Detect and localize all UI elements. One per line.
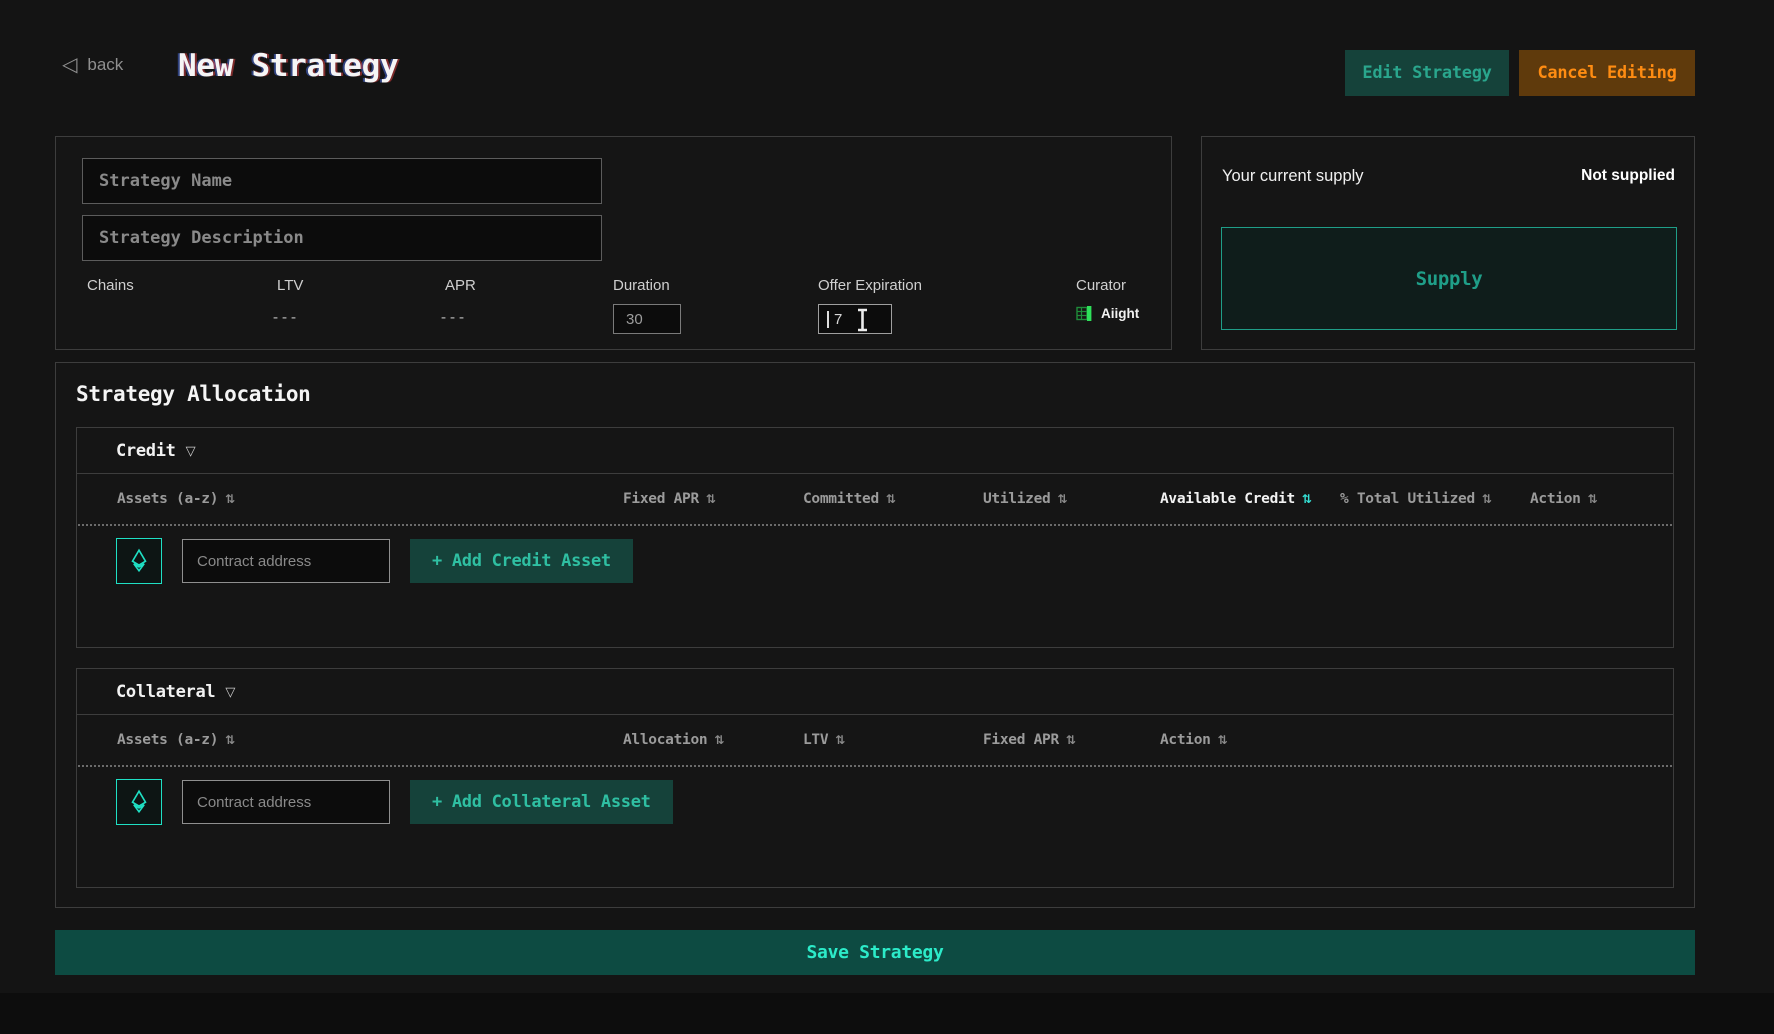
- bottom-strip: [0, 993, 1774, 1034]
- column-header-utilized[interactable]: Utilized⇅: [983, 491, 1160, 507]
- column-header-action[interactable]: Action⇅: [1160, 732, 1672, 748]
- apr-field: APR ---: [439, 277, 476, 326]
- chains-field: Chains: [87, 277, 134, 294]
- text-caret: [827, 311, 829, 328]
- collateral-section: Collateral ▽ Assets (a-z)⇅ Allocation⇅ L…: [76, 668, 1674, 888]
- strategy-description-input[interactable]: [82, 215, 602, 261]
- chains-label: Chains: [87, 277, 134, 294]
- supply-button[interactable]: Supply: [1221, 227, 1677, 330]
- sort-icon: ⇅: [706, 492, 716, 506]
- ethereum-icon: [126, 789, 152, 815]
- collateral-column-headers: Assets (a-z)⇅ Allocation⇅ LTV⇅ Fixed APR…: [78, 715, 1672, 767]
- duration-input[interactable]: [613, 304, 681, 334]
- duration-field: Duration: [613, 277, 681, 334]
- curator-field: Curator Aiight: [1076, 277, 1139, 322]
- column-header-assets[interactable]: Assets (a-z)⇅: [117, 491, 623, 507]
- strategy-name-input[interactable]: [82, 158, 602, 204]
- credit-section-header[interactable]: Credit ▽: [77, 428, 1673, 474]
- sort-icon: ⇅: [225, 733, 235, 747]
- column-header-total-utilized[interactable]: % Total Utilized⇅: [1340, 491, 1530, 507]
- ltv-field: LTV ---: [271, 277, 303, 326]
- apr-label: APR: [439, 277, 476, 294]
- collateral-add-asset-row: + Add Collateral Asset: [77, 767, 1673, 825]
- sort-icon: ⇅: [1482, 492, 1492, 506]
- edit-strategy-button[interactable]: Edit Strategy: [1345, 50, 1509, 96]
- cancel-editing-button[interactable]: Cancel Editing: [1519, 50, 1695, 96]
- add-collateral-asset-button[interactable]: + Add Collateral Asset: [410, 780, 673, 824]
- column-header-ltv[interactable]: LTV⇅: [803, 732, 983, 748]
- collapse-triangle-icon: ▽: [225, 684, 235, 700]
- collateral-contract-address-input[interactable]: [182, 780, 390, 824]
- curator-logo-icon: [1076, 305, 1093, 322]
- collapse-triangle-icon: ▽: [186, 443, 196, 459]
- back-button[interactable]: ◁ back: [62, 55, 123, 75]
- offer-expiration-field: Offer Expiration: [818, 277, 922, 334]
- column-header-allocation[interactable]: Allocation⇅: [623, 732, 803, 748]
- sort-icon: ⇅: [886, 492, 896, 506]
- column-header-fixed-apr[interactable]: Fixed APR⇅: [983, 732, 1160, 748]
- curator-name: Aiight: [1101, 306, 1139, 321]
- i-beam-cursor-icon: [854, 308, 871, 332]
- back-label: back: [87, 55, 123, 75]
- sort-icon: ⇅: [1066, 733, 1076, 747]
- sort-icon-active: ⇅: [1302, 492, 1312, 506]
- credit-add-asset-row: + Add Credit Asset: [77, 526, 1673, 584]
- column-header-action[interactable]: Action⇅: [1530, 491, 1672, 507]
- allocation-title: Strategy Allocation: [76, 382, 311, 406]
- add-credit-asset-button[interactable]: + Add Credit Asset: [410, 539, 633, 583]
- sort-icon: ⇅: [835, 733, 845, 747]
- collateral-section-header[interactable]: Collateral ▽: [77, 669, 1673, 715]
- column-header-assets[interactable]: Assets (a-z)⇅: [117, 732, 623, 748]
- duration-label: Duration: [613, 277, 681, 294]
- sort-icon: ⇅: [225, 492, 235, 506]
- new-strategy-page: ◁ back New Strategy Edit Strategy Cancel…: [0, 0, 1774, 1034]
- offer-expiration-label: Offer Expiration: [818, 277, 922, 294]
- save-strategy-button[interactable]: Save Strategy: [55, 930, 1695, 975]
- apr-value: ---: [439, 308, 476, 326]
- column-header-fixed-apr[interactable]: Fixed APR⇅: [623, 491, 803, 507]
- credit-section: Credit ▽ Assets (a-z)⇅ Fixed APR⇅ Commit…: [76, 427, 1674, 648]
- sort-icon: ⇅: [1057, 492, 1067, 506]
- back-arrow-icon: ◁: [62, 55, 77, 75]
- ltv-label: LTV: [271, 277, 303, 294]
- column-header-committed[interactable]: Committed⇅: [803, 491, 983, 507]
- ethereum-icon: [126, 548, 152, 574]
- sort-icon: ⇅: [714, 733, 724, 747]
- supply-panel-title: Your current supply: [1222, 167, 1364, 186]
- eth-token-selector[interactable]: [116, 538, 162, 584]
- sort-icon: ⇅: [1588, 492, 1598, 506]
- column-header-available-credit[interactable]: Available Credit⇅: [1160, 491, 1340, 507]
- sort-icon: ⇅: [1218, 733, 1228, 747]
- strategy-allocation-panel: Strategy Allocation Credit ▽ Assets (a-z…: [55, 362, 1695, 908]
- strategy-form-panel: Chains LTV --- APR --- Duration Offer Ex…: [55, 136, 1172, 350]
- page-title: New Strategy: [178, 48, 398, 84]
- current-supply-panel: Your current supply Not supplied Supply: [1201, 136, 1695, 350]
- collateral-header-label: Collateral: [116, 682, 215, 702]
- supply-status-badge: Not supplied: [1581, 167, 1675, 185]
- eth-token-selector[interactable]: [116, 779, 162, 825]
- ltv-value: ---: [271, 308, 303, 326]
- credit-column-headers: Assets (a-z)⇅ Fixed APR⇅ Committed⇅ Util…: [78, 474, 1672, 526]
- curator-label: Curator: [1076, 277, 1139, 294]
- credit-contract-address-input[interactable]: [182, 539, 390, 583]
- credit-header-label: Credit: [116, 441, 176, 461]
